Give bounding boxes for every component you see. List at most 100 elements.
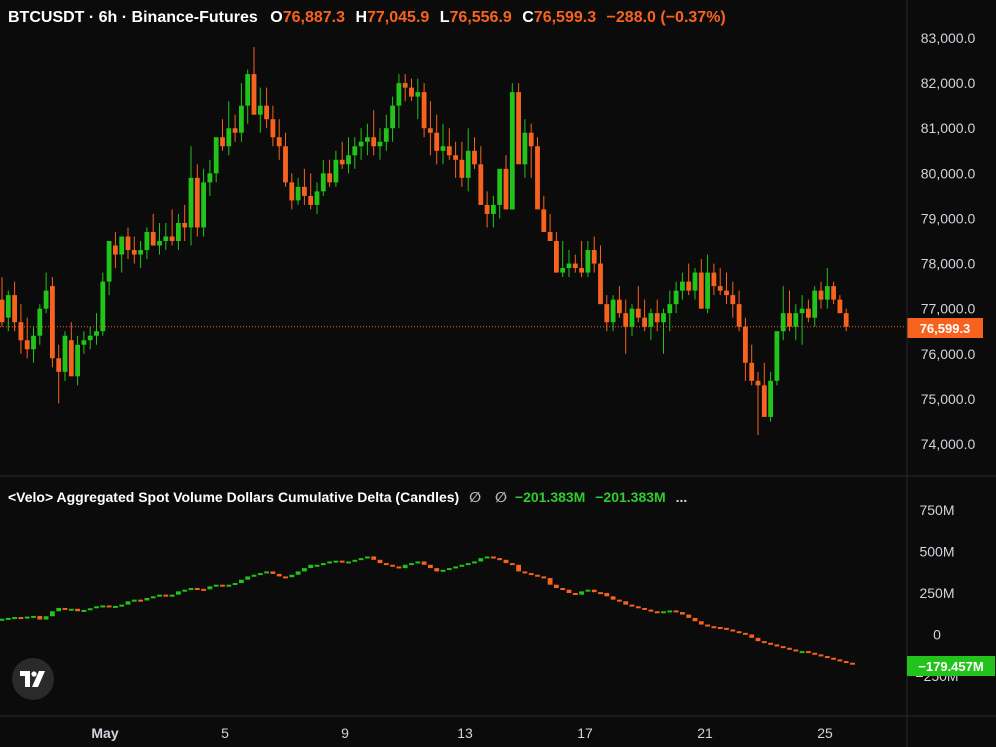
indicator-candle bbox=[295, 571, 301, 575]
price-candle-body bbox=[75, 344, 80, 377]
price-candle-body bbox=[289, 182, 295, 201]
price-candle-body bbox=[585, 250, 591, 273]
price-candle-body bbox=[207, 173, 213, 183]
price-candle-body bbox=[610, 299, 616, 323]
price-candle-body bbox=[774, 331, 780, 381]
price-candle-body bbox=[491, 204, 496, 214]
indicator-candle bbox=[818, 654, 824, 657]
price-axis-tick-label: 83,000.0 bbox=[921, 30, 976, 46]
indicator-candle bbox=[642, 607, 647, 610]
indicator-candle bbox=[623, 601, 629, 605]
price-candle-body bbox=[661, 313, 666, 323]
indicator-candle bbox=[768, 642, 773, 645]
indicator-candle bbox=[440, 569, 446, 572]
tradingview-logo-icon[interactable] bbox=[12, 658, 54, 700]
price-candle-body bbox=[276, 137, 282, 147]
indicator-axis-tick-label: 250M bbox=[919, 585, 954, 601]
price-candle-body bbox=[547, 231, 553, 241]
price-candle-body bbox=[831, 286, 836, 300]
indicator-candle bbox=[459, 564, 465, 567]
indicator-candle bbox=[308, 564, 314, 569]
indicator-candle bbox=[843, 661, 849, 664]
price-candle-body bbox=[743, 326, 748, 363]
chart-canvas[interactable]: 74,000.0 75,000.0 76,000.0 77,000.0 78,000.0… bbox=[0, 0, 996, 747]
time-axis-tick-label: May bbox=[91, 725, 118, 741]
indicator-candle bbox=[56, 607, 62, 612]
indicator-candle bbox=[755, 637, 761, 642]
indicator-candle bbox=[793, 649, 799, 652]
price-candle-body bbox=[188, 177, 194, 228]
symbol-title[interactable]: BTCUSDT · 6h · Binance-Futures bbox=[8, 9, 258, 26]
price-candle-body bbox=[541, 209, 547, 232]
indicator-candle bbox=[591, 589, 597, 593]
indicator-candle bbox=[749, 634, 755, 638]
indicator-value-1: −201.383M bbox=[514, 489, 586, 505]
price-candle-body bbox=[554, 241, 559, 273]
indicator-candle bbox=[75, 608, 80, 612]
price-candle-body bbox=[604, 304, 610, 323]
indicator-candle bbox=[698, 621, 704, 625]
indicator-candle bbox=[774, 644, 780, 647]
indicator-candle bbox=[478, 558, 484, 562]
indicator-candle bbox=[667, 610, 673, 613]
price-candle-body bbox=[446, 146, 452, 156]
indicator-candle bbox=[554, 584, 559, 589]
indicator-candle bbox=[629, 604, 635, 607]
indicator-candle bbox=[837, 659, 843, 662]
price-candle-body bbox=[100, 281, 106, 332]
high-label: H bbox=[355, 9, 367, 26]
price-axis-tick-label: 74,000.0 bbox=[921, 436, 976, 452]
price-candle-body bbox=[201, 182, 206, 228]
indicator-candle bbox=[358, 558, 364, 561]
indicator-candle bbox=[81, 609, 87, 612]
low-value: 76,556.9 bbox=[449, 9, 512, 26]
indicator-candle bbox=[509, 563, 515, 566]
indicator-candle bbox=[503, 559, 509, 564]
price-candle-body bbox=[648, 313, 654, 327]
price-candle-body bbox=[503, 168, 509, 210]
indicator-candle bbox=[314, 564, 320, 567]
price-candle-body bbox=[113, 245, 118, 255]
price-candle-body bbox=[484, 204, 490, 214]
price-candle-body bbox=[818, 290, 824, 300]
indicator-candle bbox=[446, 568, 452, 571]
price-candle-body bbox=[320, 173, 326, 192]
indicator-param-2: ∅ bbox=[495, 489, 507, 505]
price-candle-body bbox=[812, 290, 818, 318]
price-candle-body bbox=[365, 137, 370, 142]
price-axis-tick-label: 81,000.0 bbox=[921, 120, 976, 136]
price-candle-body bbox=[780, 313, 786, 332]
indicator-candle bbox=[780, 646, 786, 649]
indicator-candle bbox=[453, 566, 458, 569]
indicator-candle bbox=[43, 616, 49, 620]
price-candle-body bbox=[314, 191, 320, 205]
indicator-candle bbox=[661, 611, 666, 614]
price-candle-body bbox=[377, 141, 383, 147]
indicator-candle bbox=[125, 601, 131, 605]
price-candle-body bbox=[522, 132, 528, 165]
price-candle-body bbox=[232, 128, 238, 133]
price-candle-body bbox=[635, 308, 641, 318]
price-candle-body bbox=[421, 92, 427, 129]
indicator-candle bbox=[598, 592, 603, 595]
indicator-more-button[interactable]: ... bbox=[676, 489, 688, 505]
indicator-title[interactable]: <Velo> Aggregated Spot Volume Dollars Cu… bbox=[8, 489, 459, 505]
price-candle-body bbox=[390, 105, 395, 129]
price-candle-body bbox=[755, 380, 761, 386]
price-candle-body bbox=[528, 132, 534, 147]
indicator-candle bbox=[119, 604, 125, 607]
price-candle-body bbox=[824, 286, 830, 300]
price-candle-body bbox=[673, 290, 679, 305]
indicator-candle bbox=[692, 617, 698, 622]
price-candle-body bbox=[194, 177, 200, 228]
price-candle-body bbox=[31, 335, 36, 350]
price-candle-body bbox=[5, 295, 11, 318]
indicator-candle bbox=[138, 599, 143, 602]
price-candle-body bbox=[428, 128, 433, 133]
indicator-candle bbox=[736, 631, 742, 634]
indicator-candle bbox=[654, 611, 660, 614]
indicator-candle bbox=[383, 563, 389, 566]
price-candle-body bbox=[352, 146, 358, 156]
price-candle-body bbox=[434, 132, 440, 151]
indicator-candle bbox=[516, 564, 521, 572]
